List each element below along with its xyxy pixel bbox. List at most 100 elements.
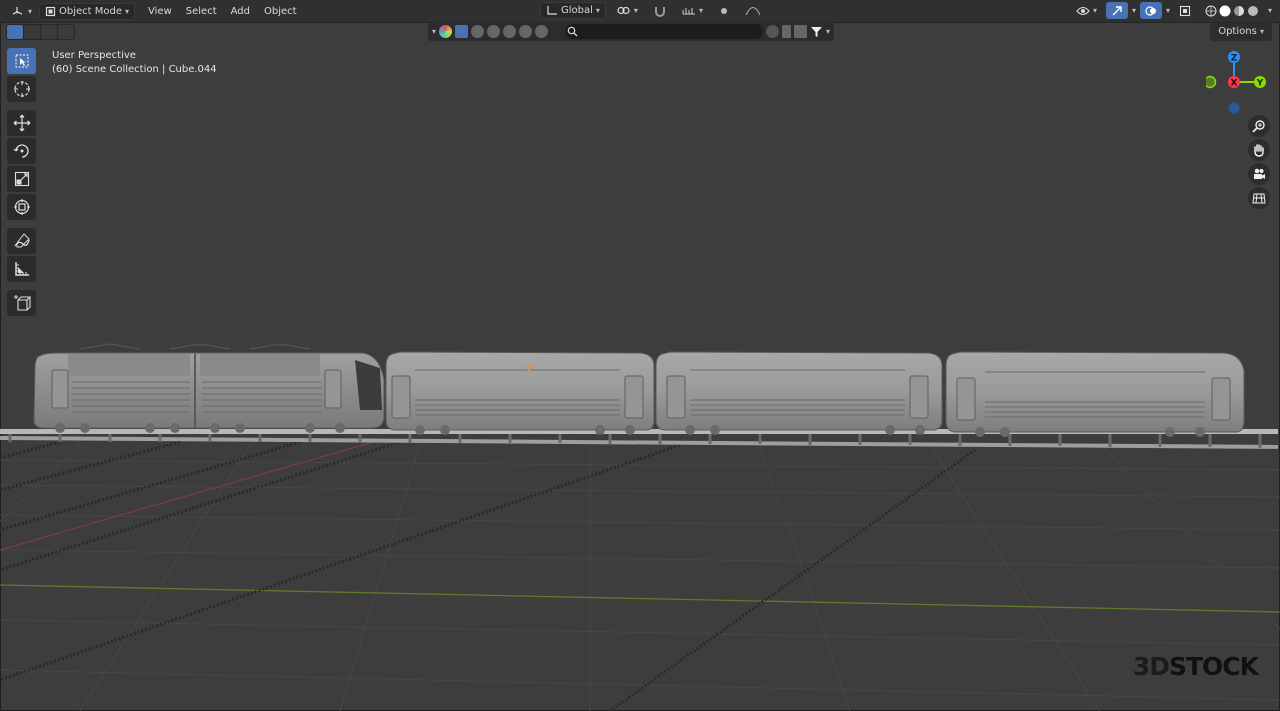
search-icon: [567, 26, 578, 37]
cursor-icon: [15, 54, 28, 68]
mode-selector[interactable]: Object Mode ▾: [39, 2, 136, 20]
chevron-down-icon: ▾: [633, 6, 638, 15]
ortho-toggle-button[interactable]: [1248, 187, 1270, 209]
chevron-down-icon[interactable]: ▾: [826, 27, 830, 36]
sort-icon[interactable]: [793, 25, 807, 38]
curve-filter-icon[interactable]: [471, 25, 485, 38]
proportional-edit-icon: [720, 7, 727, 14]
chevron-down-icon[interactable]: ▾: [1166, 6, 1170, 15]
empty-filter-icon[interactable]: [519, 25, 533, 38]
menu-add[interactable]: Add: [224, 3, 257, 20]
viewport-header: ▾ Object Mode ▾ View Select Add Object G…: [0, 0, 1280, 23]
chevron-down-icon: ▾: [125, 6, 130, 16]
menu-select[interactable]: Select: [179, 3, 224, 20]
select-box-tool[interactable]: [7, 48, 36, 74]
chevron-down-icon[interactable]: ▾: [1268, 6, 1272, 15]
rendered-shading-icon[interactable]: [1247, 5, 1259, 17]
filter-funnel-icon[interactable]: [810, 26, 823, 38]
camera-filter-icon[interactable]: [503, 25, 517, 38]
select-subtract-icon[interactable]: [41, 25, 57, 39]
search-input[interactable]: [565, 24, 763, 39]
navigation-gizmo[interactable]: Z X Y: [1206, 48, 1270, 118]
floor-grid: [0, 444, 1280, 711]
camera-view-button[interactable]: [1248, 163, 1270, 185]
scale-tool[interactable]: [7, 166, 36, 192]
x-axis-line: [0, 439, 381, 551]
chevron-down-icon[interactable]: ▾: [432, 27, 436, 36]
color-sphere-icon[interactable]: [439, 25, 453, 38]
chevron-down-icon: ▾: [28, 6, 33, 16]
transform-tool[interactable]: [7, 194, 36, 220]
3d-viewport-icon: [12, 7, 23, 15]
falloff-dropdown[interactable]: [740, 2, 766, 19]
passenger-car-1[interactable]: [385, 351, 655, 435]
proportional-editing-toggle[interactable]: [714, 2, 734, 19]
passenger-car-3[interactable]: [945, 351, 1245, 437]
mode-label: Object Mode: [59, 5, 123, 17]
transform-orientation-dropdown[interactable]: Global ▾: [540, 2, 606, 19]
measure-tool[interactable]: [7, 256, 36, 282]
xray-icon: [1179, 5, 1191, 16]
y-axis-line: [0, 584, 1280, 613]
scale-icon: [14, 171, 29, 187]
snap-increment-icon: [682, 7, 695, 14]
passenger-car-2[interactable]: [655, 351, 943, 435]
rail-tracks: [0, 440, 976, 711]
light-filter-icon[interactable]: [487, 25, 501, 38]
pan-button[interactable]: [1248, 139, 1270, 161]
select-extend-icon[interactable]: [24, 25, 40, 39]
snap-target-dropdown[interactable]: ▾: [677, 2, 708, 19]
options-button[interactable]: Options ▾: [1210, 23, 1272, 41]
move-tool[interactable]: [7, 110, 36, 136]
annotate-tool[interactable]: [7, 228, 36, 254]
bookmark-icon[interactable]: [781, 25, 791, 38]
cursor-tool[interactable]: [7, 76, 36, 102]
pivot-link-icon: [617, 6, 630, 15]
pivot-point-button[interactable]: ▾: [612, 2, 643, 19]
eye-icon: [1076, 6, 1090, 15]
viewport-info: User Perspective (60) Scene Collection |…: [52, 49, 217, 77]
neg-z-axis-bubble[interactable]: [1228, 102, 1240, 114]
material-shading-icon[interactable]: [1233, 5, 1245, 17]
watermark-stock: STOCK: [1168, 652, 1259, 681]
gizmo-toggle[interactable]: [1105, 2, 1128, 19]
pencil-icon: [13, 233, 30, 248]
orientation-label: Global: [561, 5, 593, 16]
z-axis-label: Z: [1231, 54, 1238, 64]
mesh-filter-icon[interactable]: [455, 25, 469, 38]
viewport-scene[interactable]: [0, 42, 1280, 711]
select-intersect-icon[interactable]: [58, 25, 74, 39]
wireframe-shading-icon[interactable]: [1205, 5, 1217, 17]
x-axis-label: X: [1231, 79, 1238, 89]
add-cube-icon: [13, 295, 31, 311]
select-new-icon[interactable]: [7, 25, 23, 39]
watermark-3d: 3D: [1132, 652, 1170, 681]
zoom-button[interactable]: [1248, 115, 1270, 137]
overlays-toggle[interactable]: [1139, 2, 1162, 19]
eye-filter-icon[interactable]: [765, 25, 779, 38]
locomotive-model[interactable]: [33, 343, 385, 433]
shading-modes: [1200, 2, 1264, 19]
snap-toggle[interactable]: [649, 2, 671, 19]
menu-view[interactable]: View: [141, 3, 179, 20]
falloff-curve-icon: [745, 6, 761, 15]
zoom-magnifier-icon: [1252, 120, 1265, 133]
add-cube-tool[interactable]: [7, 290, 36, 316]
rotate-tool[interactable]: [7, 138, 36, 164]
chevron-down-icon: ▾: [595, 6, 600, 15]
other-filter-icon[interactable]: [535, 25, 549, 38]
object-mode-icon: [45, 6, 56, 16]
chevron-down-icon: ▾: [1259, 27, 1264, 36]
xray-toggle[interactable]: [1174, 2, 1196, 19]
chevron-down-icon[interactable]: ▾: [1132, 6, 1136, 15]
editor-type-button[interactable]: ▾: [6, 3, 37, 20]
solid-shading-icon[interactable]: [1219, 5, 1231, 17]
grid-perspective-icon: [1252, 193, 1266, 204]
menu-object[interactable]: Object: [257, 3, 304, 20]
selection-mode-buttons: [6, 24, 75, 40]
object-visibility-button[interactable]: ▾: [1071, 2, 1102, 19]
neg-x-axis-bubble[interactable]: [1206, 75, 1217, 89]
ruler-icon: [14, 262, 29, 276]
options-label: Options: [1218, 26, 1257, 37]
crosshair-icon: [13, 81, 30, 97]
